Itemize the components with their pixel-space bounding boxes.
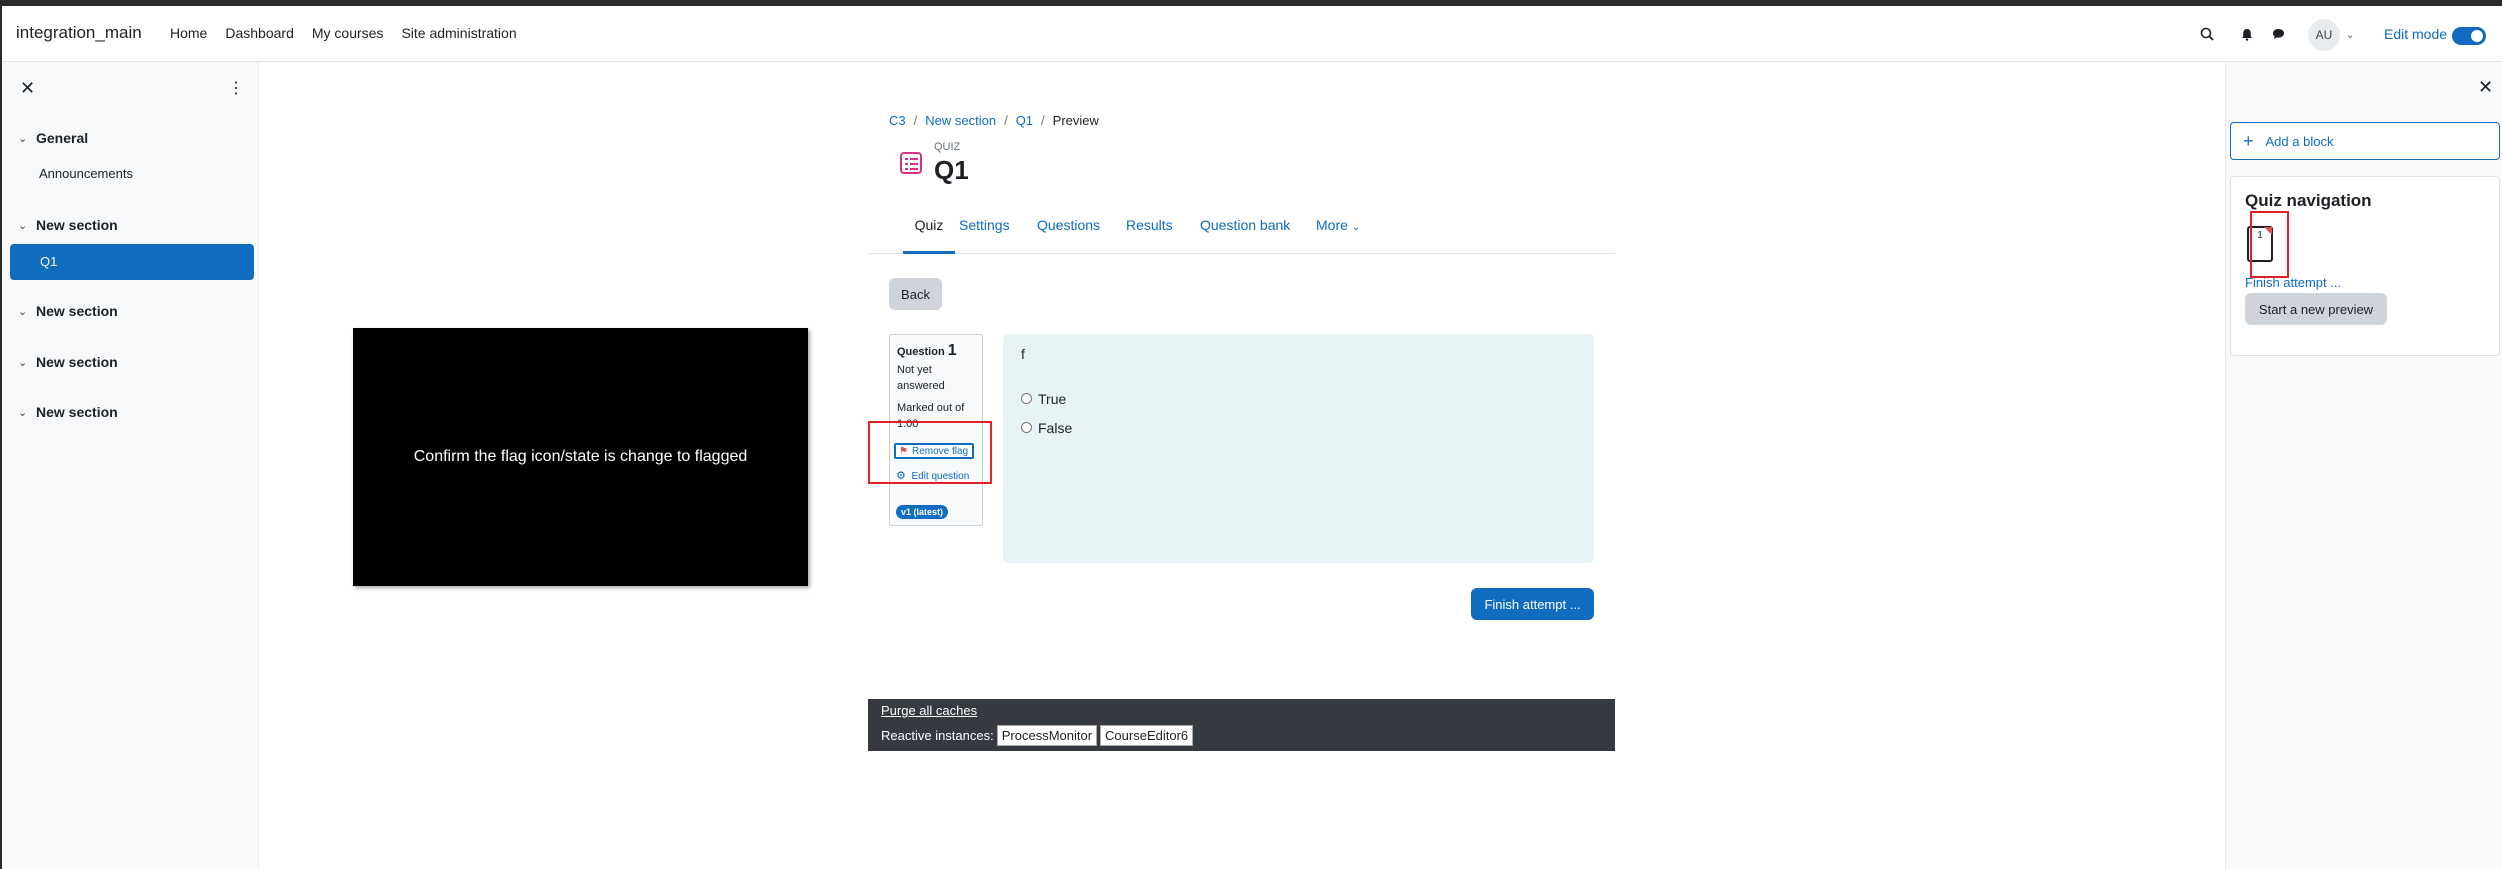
site-name[interactable]: integration_main	[16, 23, 142, 43]
breadcrumb-separator: /	[1041, 113, 1045, 128]
kebab-menu-icon[interactable]: ⋮	[228, 78, 244, 98]
section-label: New section	[36, 354, 118, 370]
start-new-preview-button[interactable]: Start a new preview	[2245, 293, 2387, 325]
block-drawer: ✕ + Add a block Quiz navigation 1 Finish…	[2225, 62, 2502, 869]
nav-dashboard[interactable]: Dashboard	[225, 25, 294, 41]
tab-results[interactable]: Results	[1126, 214, 1173, 254]
section-new-section-4[interactable]: ⌄ New section	[18, 404, 118, 420]
reactive-instance-button[interactable]: ProcessMonitor	[996, 725, 1098, 746]
question-label: Question	[897, 346, 945, 358]
answer-label: False	[1038, 419, 1073, 436]
section-new-section-3[interactable]: ⌄ New section	[18, 354, 118, 370]
chevron-down-icon: ⌄	[18, 406, 28, 419]
section-label: New section	[36, 303, 118, 319]
dev-footer: Purge all caches Reactive instances: Pro…	[868, 699, 1615, 751]
chevron-down-icon: ⌄	[18, 305, 28, 318]
radio-false[interactable]	[1021, 422, 1032, 433]
highlight-box-nav	[2250, 211, 2289, 278]
section-label: New section	[36, 404, 118, 420]
chevron-down-icon[interactable]: ⌄	[2346, 30, 2354, 41]
question-state: Not yet answered	[897, 364, 945, 392]
breadcrumb-quiz[interactable]: Q1	[1016, 113, 1033, 128]
question-text: f	[1021, 346, 1025, 362]
question-number-value: 1	[947, 342, 957, 359]
tab-question-bank[interactable]: Question bank	[1200, 214, 1290, 254]
question-content: f True False	[1003, 334, 1594, 563]
chevron-down-icon: ⌄	[1351, 222, 1361, 233]
video-caption: Confirm the flag icon/state is change to…	[413, 448, 748, 465]
tab-questions[interactable]: Questions	[1037, 214, 1100, 254]
secondary-navigation: Quiz Settings Questions Results Question…	[868, 214, 1615, 254]
quiz-icon	[900, 152, 922, 174]
chevron-down-icon: ⌄	[18, 132, 28, 145]
quiz-navigation-title: Quiz navigation	[2245, 191, 2372, 210]
breadcrumb-separator: /	[913, 113, 918, 128]
answer-false[interactable]: False	[1021, 413, 1576, 442]
close-icon[interactable]: ✕	[20, 78, 35, 99]
section-new-section-1[interactable]: ⌄ New section	[18, 217, 118, 233]
section-label: New section	[36, 217, 118, 233]
nav-site-administration[interactable]: Site administration	[401, 25, 516, 41]
tab-settings[interactable]: Settings	[959, 214, 1010, 254]
breadcrumb-course[interactable]: C3	[889, 113, 906, 128]
activity-q1-active[interactable]: Q1	[10, 244, 254, 280]
breadcrumb: C3 / New section / Q1 / Preview	[889, 113, 1099, 128]
answer-label: True	[1038, 390, 1067, 407]
add-block-label: Add a block	[2265, 133, 2334, 149]
primary-navigation: Home Dashboard My courses Site administr…	[170, 25, 517, 41]
nav-home[interactable]: Home	[170, 25, 207, 41]
highlight-box-flag	[868, 421, 992, 484]
course-index-drawer: ✕ ⋮ ⌄ General Announcements ⌄ New sectio…	[2, 62, 259, 869]
nav-my-courses[interactable]: My courses	[312, 25, 384, 41]
page-pretitle: QUIZ	[934, 141, 961, 153]
back-button[interactable]: Back	[889, 278, 942, 310]
breadcrumb-separator: /	[1004, 113, 1008, 128]
edit-mode-toggle[interactable]	[2452, 27, 2486, 45]
activity-announcements[interactable]: Announcements	[39, 166, 133, 181]
section-new-section-2[interactable]: ⌄ New section	[18, 303, 118, 319]
reactive-label: Reactive instances:	[881, 728, 994, 743]
answer-true[interactable]: True	[1021, 384, 1576, 413]
question-number: Question 1	[897, 341, 975, 362]
tab-more[interactable]: More ⌄	[1316, 214, 1360, 254]
chevron-down-icon: ⌄	[18, 356, 28, 369]
add-block-button[interactable]: + Add a block	[2230, 122, 2500, 160]
edit-mode-label: Edit mode	[2384, 26, 2448, 42]
search-icon[interactable]	[2194, 21, 2220, 47]
reactive-instances: Reactive instances: ProcessMonitor Cours…	[881, 725, 1602, 746]
close-icon[interactable]: ✕	[2478, 77, 2493, 98]
reactive-instance-button[interactable]: CourseEditor6	[1100, 725, 1194, 746]
version-badge: v1 (latest)	[896, 505, 949, 519]
page-title: Q1	[934, 155, 969, 185]
plus-icon: +	[2243, 130, 2254, 151]
avatar[interactable]: AU	[2308, 19, 2340, 51]
bell-icon[interactable]	[2234, 21, 2260, 47]
tab-quiz[interactable]: Quiz	[903, 214, 955, 254]
chevron-down-icon: ⌄	[18, 219, 28, 232]
chat-icon[interactable]	[2265, 21, 2291, 47]
finish-attempt-button[interactable]: Finish attempt ...	[1471, 588, 1594, 620]
section-general[interactable]: ⌄ General	[18, 130, 88, 146]
section-label: General	[36, 130, 89, 146]
top-navbar: integration_main Home Dashboard My cours…	[2, 6, 2502, 62]
tab-more-label: More	[1316, 217, 1348, 233]
purge-caches-link[interactable]: Purge all caches	[881, 703, 1602, 723]
breadcrumb-section[interactable]: New section	[925, 113, 996, 128]
breadcrumb-current: Preview	[1052, 113, 1099, 128]
video-overlay: Confirm the flag icon/state is change to…	[353, 328, 808, 586]
radio-true[interactable]	[1021, 393, 1032, 404]
